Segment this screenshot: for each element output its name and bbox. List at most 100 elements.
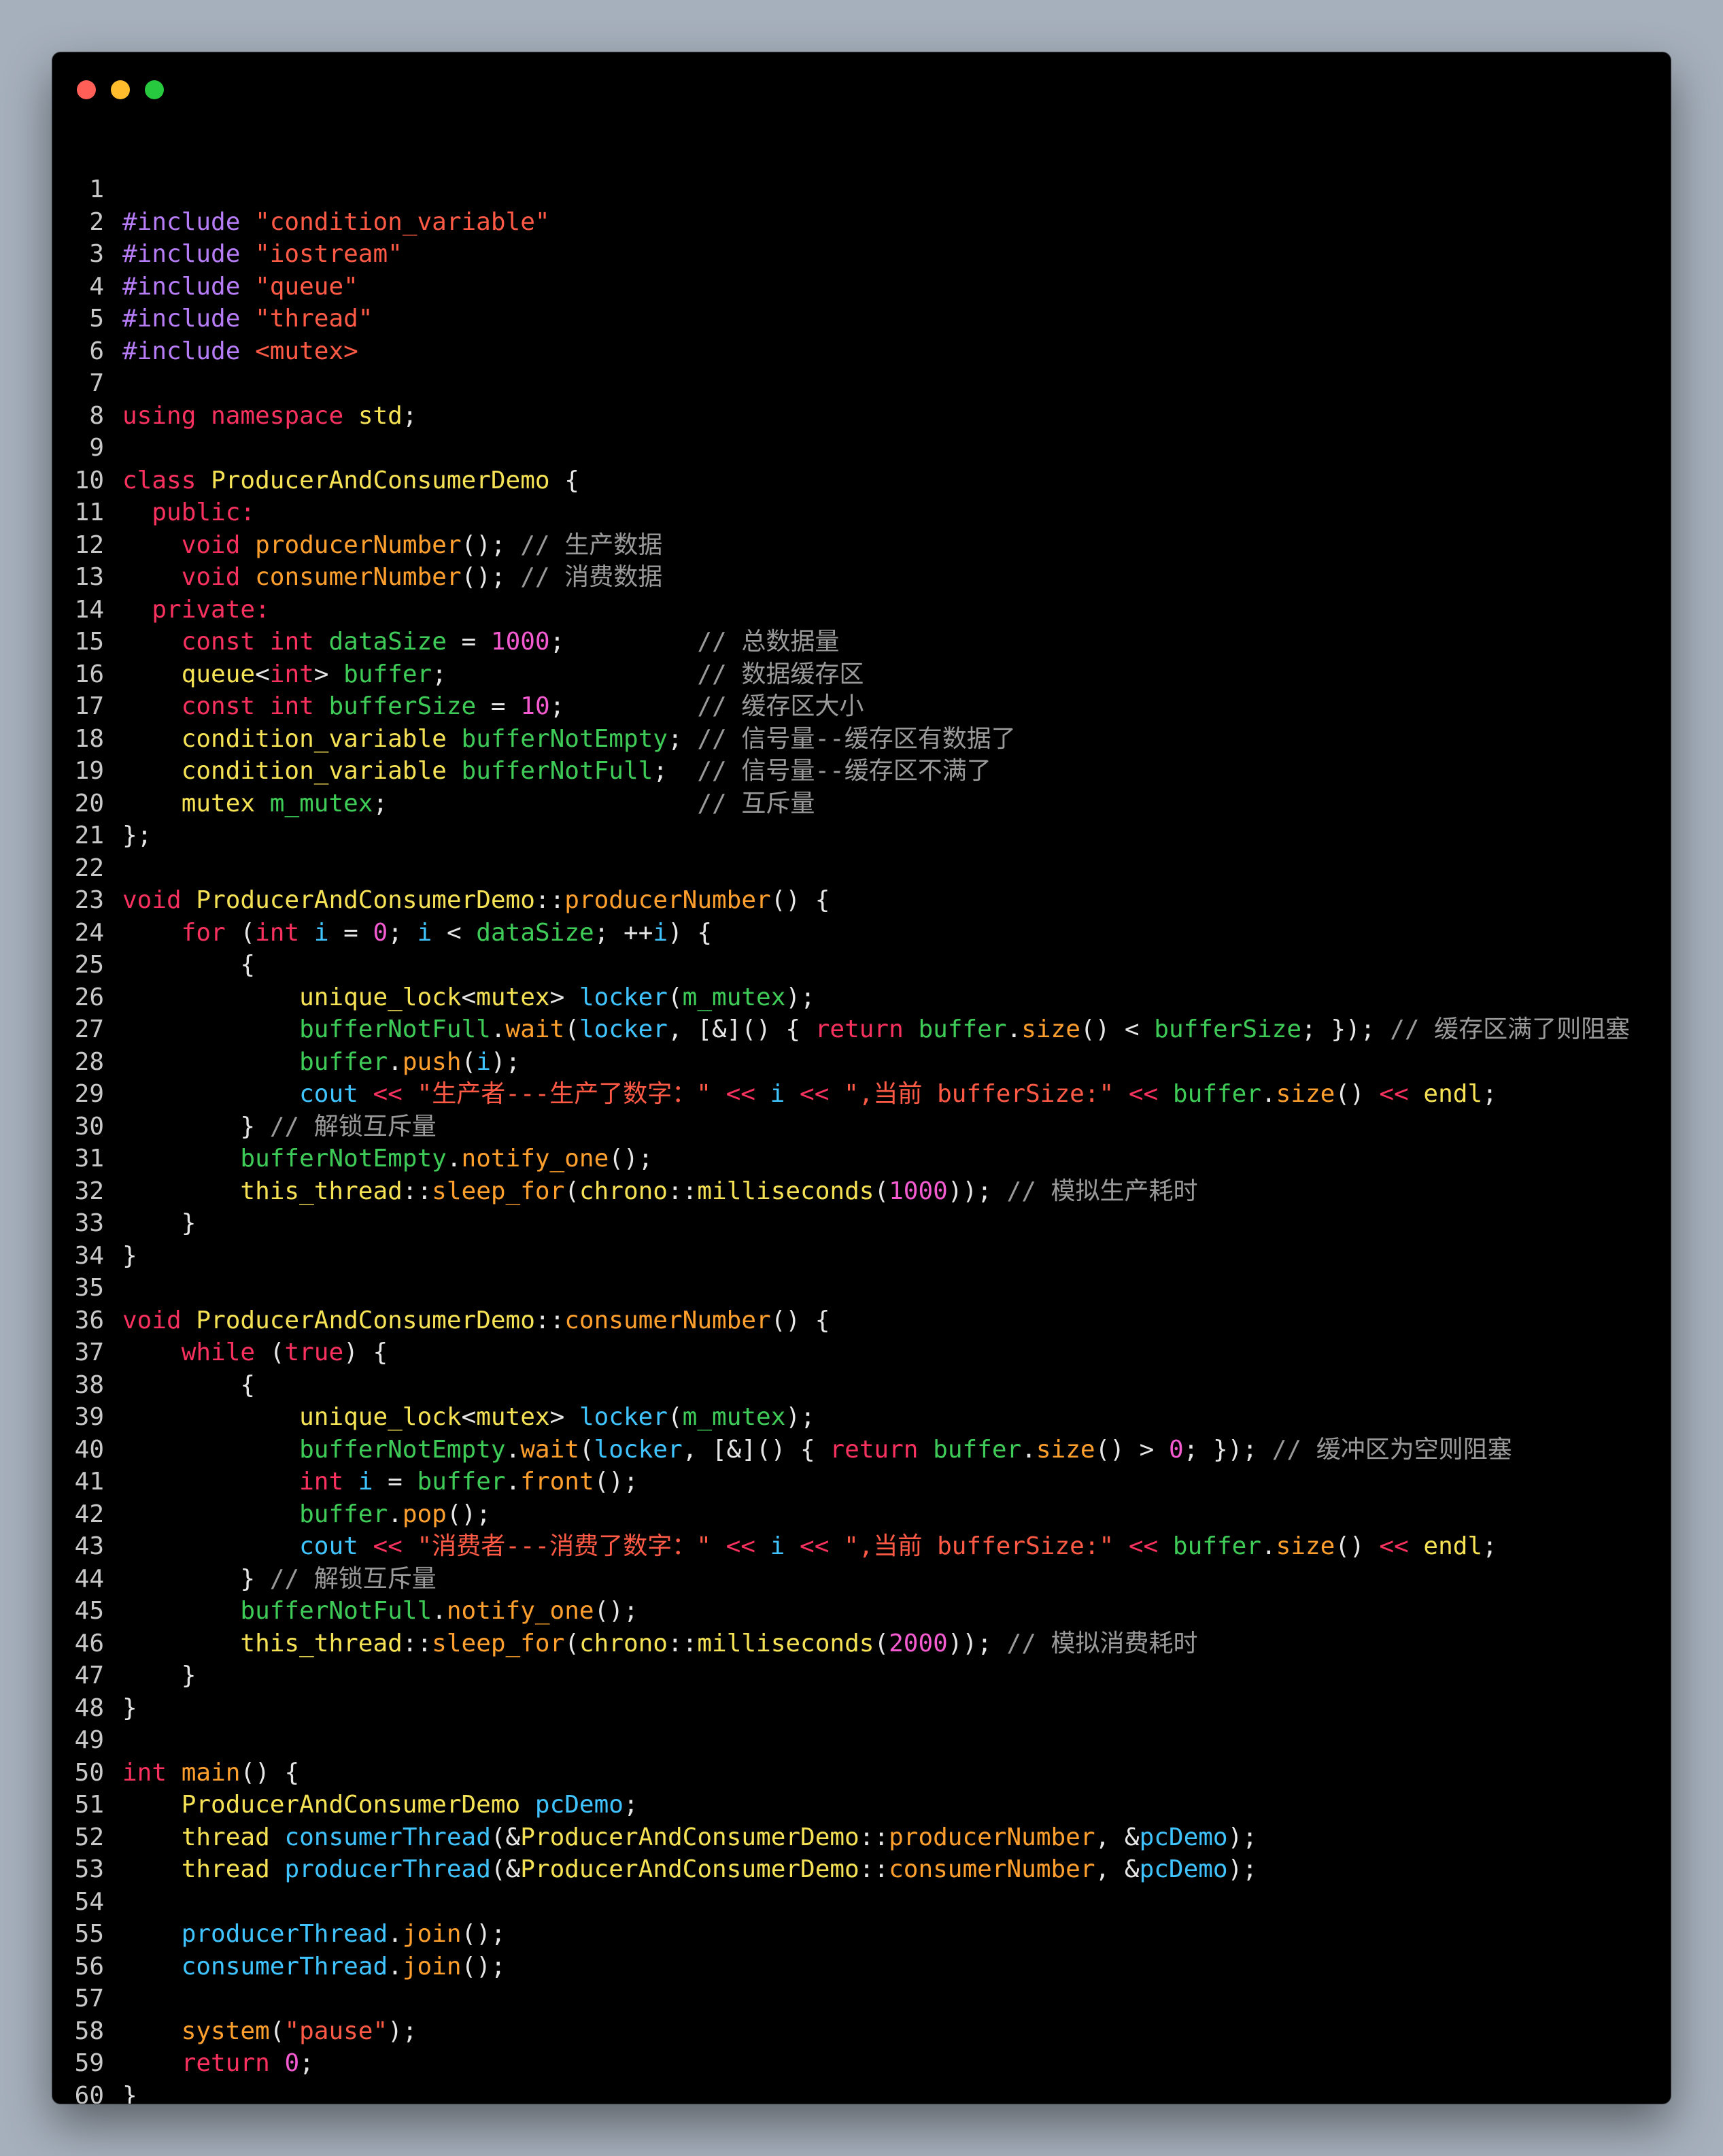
- code-token: // 信号量--缓存区不满了: [697, 757, 991, 785]
- minimize-window-button[interactable]: [111, 80, 130, 99]
- code-token: join: [402, 1920, 462, 1948]
- line-number: 33: [74, 1209, 104, 1237]
- code-token: >: [549, 1403, 579, 1431]
- code-token: ();: [609, 1145, 653, 1173]
- code-token: i: [313, 918, 329, 947]
- line-number: 9: [89, 434, 104, 462]
- code-line: 16 queue<int> buffer; // 数据缓存区: [52, 658, 1671, 691]
- code-text: } // 解锁互斥量: [122, 1563, 436, 1596]
- code-token: ProducerAndConsumerDemo: [181, 1791, 521, 1819]
- code-token: ::: [667, 1177, 698, 1205]
- code-token: ProducerAndConsumerDemo: [520, 1823, 859, 1851]
- code-token: "queue": [255, 272, 358, 301]
- line-number: 25: [74, 951, 104, 979]
- code-token: <: [461, 983, 477, 1011]
- code-line: 31 bufferNotEmpty.notify_one();: [52, 1143, 1671, 1175]
- code-token: ::: [859, 1855, 889, 1883]
- code-text: public:: [122, 496, 255, 529]
- code-token: void: [122, 1306, 182, 1334]
- code-token: );: [490, 1047, 521, 1076]
- code-token: consumerThread: [181, 1952, 388, 1981]
- code-token: ::: [667, 1629, 698, 1657]
- line-number: 43: [74, 1532, 104, 1560]
- code-token: (): [1335, 1080, 1380, 1108]
- line-number: 29: [74, 1080, 104, 1108]
- code-token: // 缓存区满了则阻塞: [1390, 1015, 1631, 1043]
- code-token: #include: [122, 305, 241, 333]
- code-text: for (int i = 0; i < dataSize; ++i) {: [122, 917, 712, 949]
- code-token: {: [122, 1370, 256, 1399]
- code-text: ProducerAndConsumerDemo pcDemo;: [122, 1789, 638, 1821]
- code-line: 1: [52, 173, 1671, 206]
- line-number: 59: [74, 2049, 104, 2077]
- code-token: bufferNotEmpty: [299, 1435, 506, 1464]
- code-token: cout: [299, 1080, 358, 1108]
- code-line: 25 {: [52, 949, 1671, 981]
- code-token: return: [815, 1015, 904, 1043]
- code-text: {: [122, 1369, 255, 1402]
- code-token: >: [549, 983, 579, 1011]
- code-text: bufferNotFull.wait(locker, [&]() { retur…: [122, 1013, 1630, 1046]
- code-token: "thread": [255, 305, 373, 333]
- code-token: ));: [947, 1629, 1007, 1657]
- code-text: #include "iostream": [122, 238, 403, 271]
- code-text: this_thread::sleep_for(chrono::milliseco…: [122, 1175, 1197, 1208]
- line-number: 60: [74, 2081, 104, 2104]
- code-text: void producerNumber(); // 生产数据: [122, 529, 663, 562]
- code-token: queue: [181, 660, 256, 688]
- code-token: push: [402, 1047, 462, 1076]
- line-number: 28: [74, 1047, 104, 1076]
- code-text: cout << "生产者---生产了数字：" << i << ",当前 buff…: [122, 1078, 1497, 1111]
- line-number: 45: [74, 1597, 104, 1625]
- code-token: buffer: [343, 660, 432, 688]
- code-line: 30 } // 解锁互斥量: [52, 1111, 1671, 1143]
- close-window-button[interactable]: [77, 80, 96, 99]
- code-line: 42 buffer.pop();: [52, 1498, 1671, 1531]
- code-line: 46 this_thread::sleep_for(chrono::millis…: [52, 1628, 1671, 1660]
- line-number: 31: [74, 1145, 104, 1173]
- code-token: <: [461, 1403, 477, 1431]
- code-token: (: [255, 1338, 285, 1366]
- code-token: pcDemo: [1139, 1823, 1228, 1851]
- code-line: 40 bufferNotEmpty.wait(locker, [&]() { r…: [52, 1434, 1671, 1466]
- line-number: 44: [74, 1564, 104, 1593]
- code-line: 29 cout << "生产者---生产了数字：" << i << ",当前 b…: [52, 1078, 1671, 1111]
- code-token: bufferSize: [1154, 1015, 1302, 1043]
- code-token: locker: [579, 1403, 668, 1431]
- line-number: 27: [74, 1015, 104, 1043]
- line-number: 22: [74, 854, 104, 882]
- code-line: 33 }: [52, 1207, 1671, 1240]
- window-titlebar: [52, 52, 1671, 120]
- code-line: 45 bufferNotFull.notify_one();: [52, 1595, 1671, 1628]
- code-token: system: [181, 2017, 270, 2045]
- code-token: ; ++: [594, 918, 653, 947]
- code-line: 52 thread consumerThread(&ProducerAndCon…: [52, 1821, 1671, 1854]
- code-text: buffer.pop();: [122, 1498, 491, 1531]
- zoom-window-button[interactable]: [145, 80, 164, 99]
- code-token: .: [1261, 1080, 1276, 1108]
- code-token: producerNumber: [564, 886, 771, 914]
- code-token: milliseconds: [697, 1177, 874, 1205]
